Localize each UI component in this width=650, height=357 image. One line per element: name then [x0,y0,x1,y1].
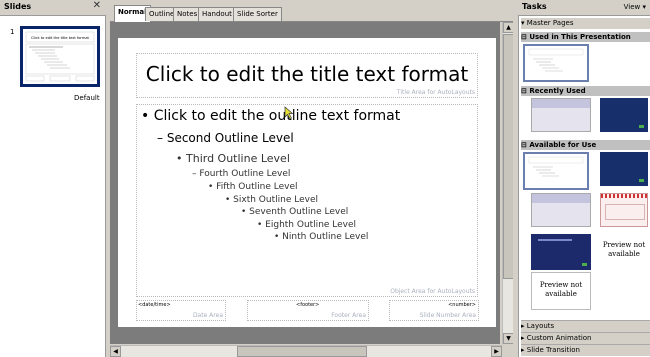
date-field: <date/time> [138,302,171,308]
green-accent [582,263,587,266]
layouts-label: Layouts [526,322,555,330]
custom-animation-section[interactable]: ▸ Custom Animation [521,332,650,344]
available-default-preview [528,156,584,177]
master-page-available-default[interactable] [523,152,589,190]
dark-blue-title-line [538,239,572,241]
tab-notes[interactable]: Notes [173,7,202,21]
used-label: Used in This Presentation [529,33,631,41]
green-accent [639,179,644,182]
master-page-available-no-preview[interactable]: Preview not available [531,272,591,310]
slides-pane-header: Slides ✕ [0,0,106,16]
slide-page[interactable]: Click to edit the title text format Titl… [118,38,496,327]
thumb-title-text: Click to edit the title text format [31,36,90,40]
slide-thumbnail[interactable]: Click to edit the title text format [20,26,100,87]
slide-number-area[interactable]: <number> Slide Number Area [389,300,479,321]
slide-number: 1 [10,28,15,36]
outline-level-3: • Third Outline Level [176,152,290,165]
outline-level-2: – Second Outline Level [157,131,294,145]
master-page-default[interactable] [523,44,589,82]
layouts-section[interactable]: ▸ Layouts [521,320,650,332]
preview-not-available-2: Preview not available [539,281,583,298]
pink-dotted-band [601,194,647,198]
green-accent [639,125,644,128]
mouse-cursor-icon [284,106,294,120]
slides-pane-title: Slides [4,2,32,11]
outline-level-3-text: Third Outline Level [186,152,290,165]
scroll-corner [502,345,513,357]
outline-level-5-text: Fifth Outline Level [216,182,298,192]
slide-thumbnail-preview: Click to edit the title text format [25,31,95,82]
footer-field: <footer> [296,302,320,308]
preview-not-available-1[interactable]: Preview not available [598,241,650,259]
outline-level-1: • Click to edit the outline text format [141,108,401,124]
pink-inner-frame [605,204,645,220]
view-tab-bar: Normal Outline Notes Handout Slide Sorte… [110,0,514,22]
slide-transition-section[interactable]: ▸ Slide Transition [521,344,650,356]
lavender-band [532,194,590,203]
horizontal-scrollbar[interactable]: ◀ ▶ [110,345,502,357]
recent-label: Recently Used [529,87,586,95]
outline-level-4: – Fourth Outline Level [192,169,291,179]
outline-level-9-text: Ninth Outline Level [282,232,369,242]
number-field: <number> [448,302,476,308]
outline-level-7: • Seventh Outline Level [241,207,349,217]
object-area-label: Object Area for AutoLayouts [390,288,475,295]
master-page-available-navy[interactable] [600,152,648,186]
outline-level-4-text: Fourth Outline Level [199,169,291,179]
slide-number-area-label: Slide Number Area [419,312,476,319]
outline-level-1-text: Click to edit the outline text format [153,108,401,124]
master-page-available-lavender[interactable] [531,193,591,227]
title-area[interactable]: Click to edit the title text format Titl… [136,53,478,98]
master-pages-label: Master Pages [526,19,574,27]
title-area-label: Title Area for AutoLayouts [396,89,475,96]
outline-level-2-text: Second Outline Level [166,131,294,145]
master-default-preview [528,48,584,72]
scroll-left-icon[interactable]: ◀ [110,346,121,357]
tab-handout[interactable]: Handout [198,7,236,21]
outline-level-5: • Fifth Outline Level [208,182,298,192]
close-icon[interactable]: ✕ [93,0,101,11]
outline-level-8: • Eighth Outline Level [257,220,357,230]
footer-area-label: Footer Area [331,312,366,319]
master-page-recent-lavender[interactable] [531,98,591,132]
title-placeholder: Click to edit the title text format [145,62,469,86]
scroll-right-icon[interactable]: ▶ [491,346,502,357]
outline-level-7-text: Seventh Outline Level [249,207,349,217]
available-label: Available for Use [529,141,597,149]
lavender-band [532,99,590,108]
custom-animation-label: Custom Animation [526,334,592,342]
slide-transition-label: Slide Transition [526,346,580,354]
used-in-presentation-header[interactable]: ⊟ Used in This Presentation [521,32,650,42]
master-page-available-dark-blue[interactable] [531,234,591,270]
master-page-available-pink[interactable] [600,193,648,227]
view-menu[interactable]: View ▾ [624,3,646,11]
view-menu-label: View [623,3,641,11]
tab-slide-sorter[interactable]: Slide Sorter [233,7,282,21]
master-pages-section[interactable]: ▾ Master Pages [521,18,650,29]
outline-level-8-text: Eighth Outline Level [265,220,357,230]
tasks-pane-title: Tasks [522,2,547,11]
tasks-pane-header: Tasks View ▾ [518,0,650,16]
date-area-label: Date Area [192,312,223,319]
slide-caption: Default [74,94,100,102]
date-area[interactable]: <date/time> Date Area [136,300,226,321]
master-page-recent-navy[interactable] [600,98,648,132]
footer-area[interactable]: <footer> Footer Area [247,300,369,321]
vertical-scrollbar[interactable]: ▲ ▼ [502,22,514,344]
recently-used-header[interactable]: ⊟ Recently Used [521,86,650,96]
available-for-use-header[interactable]: ⊟ Available for Use [521,140,650,150]
outline-level-6: • Sixth Outline Level [225,195,318,205]
outline-level-6-text: Sixth Outline Level [233,195,318,205]
horizontal-scroll-thumb[interactable] [237,346,367,357]
outline-level-9: • Ninth Outline Level [274,232,369,242]
